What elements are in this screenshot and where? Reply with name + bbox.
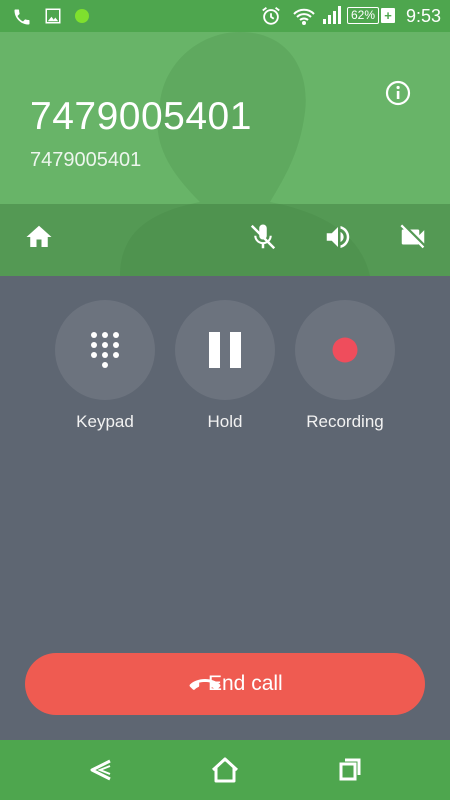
recording-button[interactable] <box>295 300 395 400</box>
recording-label: Recording <box>306 412 384 431</box>
keypad-button[interactable] <box>55 300 155 400</box>
wifi-icon <box>293 8 315 25</box>
alarm-icon <box>262 7 280 25</box>
dialpad-icon <box>91 332 119 368</box>
status-bar: 62% + 9:53 <box>0 0 450 32</box>
back-icon[interactable] <box>86 755 116 785</box>
pause-icon <box>209 332 241 368</box>
info-icon[interactable] <box>384 79 412 107</box>
record-icon <box>332 337 358 363</box>
end-call-button[interactable]: End call <box>25 653 425 715</box>
navigation-bar <box>0 740 450 800</box>
clock: 9:53 <box>405 6 441 26</box>
recents-icon[interactable] <box>335 755 365 785</box>
end-call-label: End call <box>208 672 283 695</box>
speaker-icon[interactable] <box>323 222 353 252</box>
hold-button[interactable] <box>175 300 275 400</box>
video-off-icon[interactable] <box>398 222 428 252</box>
caller-number: 7479005401 <box>30 149 142 171</box>
home-icon[interactable] <box>24 222 54 252</box>
recording-action[interactable]: Recording <box>285 300 405 432</box>
image-icon <box>45 8 61 24</box>
mute-icon[interactable] <box>248 222 278 252</box>
green-dot-icon <box>75 9 89 23</box>
header-actions <box>0 204 450 276</box>
home-nav-icon[interactable] <box>210 755 240 785</box>
charging-plus-icon: + <box>381 8 395 23</box>
caller-name: 7479005401 <box>30 95 252 138</box>
call-header: 7479005401 7479005401 <box>0 32 450 276</box>
phone-icon <box>14 9 30 25</box>
hold-action[interactable]: Hold <box>165 300 285 432</box>
hold-label: Hold <box>207 412 243 431</box>
signal-icon <box>323 6 341 24</box>
battery-icon: 62% <box>347 7 379 24</box>
keypad-action[interactable]: Keypad <box>45 300 165 432</box>
keypad-label: Keypad <box>76 412 134 431</box>
